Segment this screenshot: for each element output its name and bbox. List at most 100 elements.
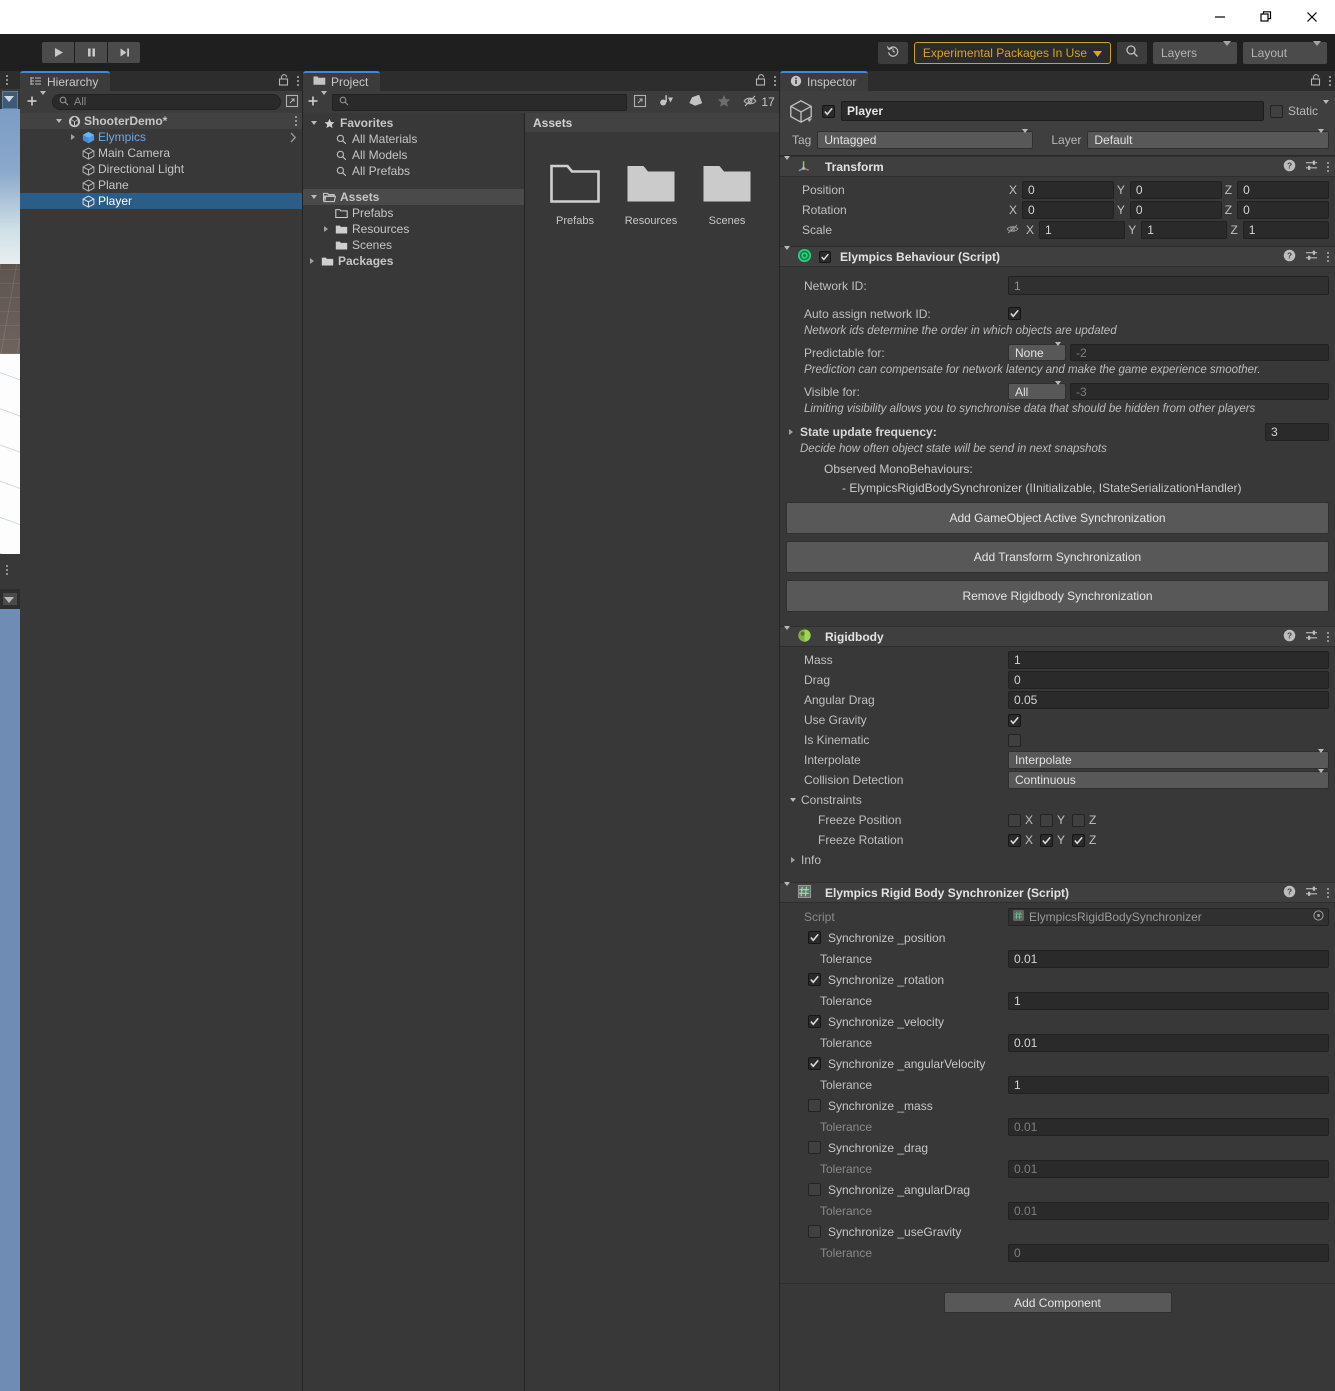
twisty-right-icon[interactable] — [319, 226, 333, 232]
tag-dropdown[interactable]: Untagged — [817, 129, 1034, 149]
project-tree-prefabs[interactable]: Prefabs — [303, 205, 524, 221]
component-header-elympics-behaviour[interactable]: Elympics Behaviour (Script) ? — [780, 245, 1335, 267]
collision-detection-dropdown[interactable]: Continuous — [1008, 769, 1329, 789]
rigidbody-constraints-row[interactable]: Constraints — [786, 790, 1329, 810]
project-search-expand-button[interactable] — [630, 92, 650, 112]
scale-z-input[interactable]: 1 — [1242, 221, 1329, 239]
kebab-icon[interactable] — [774, 76, 776, 86]
freeze-position-z-checkbox[interactable] — [1072, 813, 1086, 827]
sync-drag-checkbox[interactable] — [808, 1141, 821, 1154]
component-header-rb-sync[interactable]: Elympics Rigid Body Synchronizer (Script… — [780, 881, 1335, 903]
scene-view-strip[interactable] — [0, 71, 20, 1391]
type-filter-button[interactable] — [653, 92, 679, 112]
angular-drag-input[interactable]: 0.05 — [1008, 691, 1329, 709]
prefab-open-chevron-icon[interactable] — [289, 129, 297, 145]
rotation-x-input[interactable]: 0 — [1022, 201, 1114, 219]
hierarchy-row-scene[interactable]: ShooterDemo* — [20, 113, 303, 129]
preset-icon[interactable] — [1305, 159, 1318, 175]
project-search-input[interactable] — [332, 93, 627, 111]
rotation-z-input[interactable]: 0 — [1237, 201, 1329, 219]
freeze-position-x-checkbox[interactable] — [1008, 813, 1021, 827]
project-tree-resources[interactable]: Resources — [303, 221, 524, 237]
layer-dropdown[interactable]: Default — [1087, 129, 1329, 149]
sync-velocity-tolerance-input[interactable]: 0.01 — [1008, 1033, 1329, 1052]
twisty-right-icon[interactable] — [786, 428, 796, 435]
hidden-packages-button[interactable]: 17 — [740, 92, 778, 112]
scale-y-input[interactable]: 1 — [1141, 221, 1228, 239]
gameobject-enabled-checkbox[interactable] — [822, 104, 835, 118]
position-z-input[interactable]: 0 — [1237, 181, 1329, 199]
interpolate-dropdown[interactable]: Interpolate — [1008, 749, 1329, 769]
hierarchy-row-player[interactable]: Player — [20, 193, 303, 209]
experimental-packages-button[interactable]: Experimental Packages In Use — [913, 41, 1111, 64]
project-tree-packages[interactable]: Packages — [303, 253, 524, 269]
kebab-icon[interactable] — [1327, 887, 1329, 898]
kebab-icon[interactable] — [1327, 631, 1329, 642]
scale-x-input[interactable]: 1 — [1039, 221, 1126, 239]
scene-view-tool-chip[interactable] — [2, 91, 18, 109]
kebab-icon[interactable] — [297, 76, 299, 86]
twisty-down-icon[interactable] — [784, 245, 790, 264]
static-checkbox[interactable] — [1269, 104, 1283, 118]
gameobject-name-input[interactable]: Player — [841, 101, 1264, 121]
project-create-button[interactable] — [305, 91, 329, 110]
project-tree-scenes[interactable]: Scenes — [303, 237, 524, 253]
tab-hierarchy[interactable]: Hierarchy — [20, 71, 111, 91]
visible-for-mask-input[interactable]: -3 — [1070, 383, 1329, 400]
help-icon[interactable]: ? — [1283, 159, 1296, 175]
asset-item-prefabs[interactable]: Prefabs — [547, 160, 603, 227]
sync-mass-checkbox[interactable] — [808, 1099, 821, 1112]
sync-position-checkbox[interactable] — [808, 931, 821, 944]
position-x-input[interactable]: 0 — [1022, 181, 1114, 199]
help-icon[interactable]: ? — [1283, 629, 1296, 645]
kebab-icon[interactable] — [1327, 161, 1329, 172]
hierarchy-add-button[interactable] — [24, 91, 48, 110]
sync-velocity-checkbox[interactable] — [808, 1015, 821, 1028]
project-tree-assets[interactable]: Assets — [303, 189, 524, 205]
favorite-filter-button[interactable] — [711, 92, 737, 112]
kebab-icon[interactable] — [1327, 251, 1329, 262]
project-tree-all-materials[interactable]: All Materials — [303, 131, 524, 147]
add-transform-sync-button[interactable]: Add Transform Synchronization — [786, 541, 1329, 573]
chevron-down-icon[interactable] — [1323, 100, 1329, 118]
project-tree-all-prefabs[interactable]: All Prefabs — [303, 163, 524, 179]
twisty-down-icon[interactable] — [784, 625, 790, 644]
sync-angular-velocity-tolerance-input[interactable]: 1 — [1008, 1075, 1329, 1094]
position-y-input[interactable]: 0 — [1129, 181, 1222, 199]
twisty-down-icon[interactable] — [786, 798, 798, 802]
freeze-rotation-x-checkbox[interactable] — [1008, 833, 1021, 847]
tab-project[interactable]: Project — [303, 71, 381, 91]
freeze-rotation-z-checkbox[interactable] — [1072, 833, 1086, 847]
layout-dropdown[interactable]: Layout — [1243, 40, 1327, 64]
constrain-proportions-off-icon[interactable] — [1006, 223, 1020, 238]
predictable-for-mask-input[interactable]: -2 — [1070, 344, 1329, 361]
sync-use-gravity-checkbox[interactable] — [808, 1225, 821, 1238]
help-icon[interactable]: ? — [1283, 249, 1296, 265]
label-filter-button[interactable] — [682, 92, 708, 112]
is-kinematic-checkbox[interactable] — [1008, 733, 1021, 747]
preset-icon[interactable] — [1305, 629, 1318, 645]
sync-rotation-tolerance-input[interactable]: 1 — [1008, 991, 1329, 1010]
twisty-down-icon[interactable] — [307, 121, 321, 125]
network-id-input[interactable]: 1 — [1008, 276, 1329, 295]
lower-view-tool-chip[interactable] — [3, 593, 17, 605]
state-update-frequency-input[interactable]: 3 — [1265, 422, 1329, 441]
kebab-icon[interactable] — [1329, 76, 1331, 86]
predictable-for-dropdown[interactable]: None — [1008, 341, 1066, 361]
pause-button[interactable] — [75, 42, 107, 63]
help-icon[interactable]: ? — [1283, 885, 1296, 901]
twisty-right-icon[interactable] — [66, 134, 80, 140]
project-tree-all-models[interactable]: All Models — [303, 147, 524, 163]
sync-position-tolerance-input[interactable]: 0.01 — [1008, 949, 1329, 968]
sync-angular-velocity-checkbox[interactable] — [808, 1057, 821, 1070]
step-button[interactable] — [108, 42, 140, 63]
use-gravity-checkbox[interactable] — [1008, 713, 1021, 727]
preset-icon[interactable] — [1305, 249, 1318, 265]
asset-item-scenes[interactable]: Scenes — [699, 160, 755, 227]
tab-inspector[interactable]: Inspector — [780, 71, 869, 91]
lock-icon[interactable] — [278, 73, 289, 89]
component-header-transform[interactable]: Transform ? — [780, 155, 1335, 177]
global-search-button[interactable] — [1117, 41, 1147, 64]
lock-icon[interactable] — [755, 73, 766, 89]
game-view-menu-icon[interactable] — [6, 565, 8, 575]
